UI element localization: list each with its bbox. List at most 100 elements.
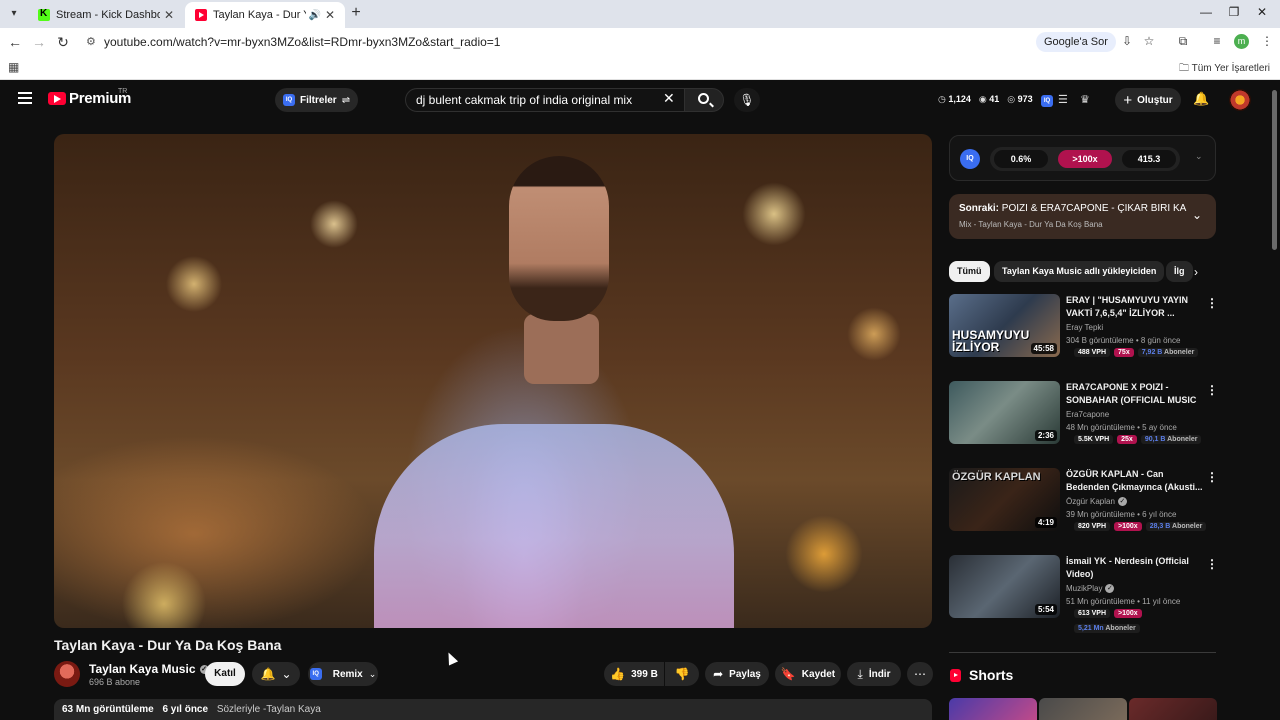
close-window-icon[interactable]: ✕ bbox=[1252, 5, 1272, 19]
trophy-icon[interactable]: ♛ bbox=[1080, 93, 1090, 106]
recommendation-title[interactable]: ERAY | "HUSAMYUYU YAYIN VAKTİ 7,6,5,4" İ… bbox=[1066, 294, 1204, 320]
short-thumbnail[interactable] bbox=[1129, 698, 1217, 720]
recommendation-channel[interactable]: Era7capone bbox=[1066, 410, 1109, 419]
subs-badge: 90,1 B Aboneler bbox=[1140, 435, 1202, 444]
more-actions-button[interactable]: ⋯ bbox=[907, 662, 933, 686]
restore-icon[interactable]: ❐ bbox=[1224, 5, 1244, 19]
verified-icon: ✓ bbox=[1105, 584, 1115, 593]
chevron-right-icon[interactable]: › bbox=[1194, 265, 1198, 279]
bookmark-star-icon[interactable]: ☆ bbox=[1140, 34, 1158, 48]
apps-grid-icon[interactable]: ▦ bbox=[8, 60, 19, 74]
short-thumbnail[interactable] bbox=[949, 698, 1037, 720]
recommendation-item[interactable]: HUSAMYUYU İZLİYOR 45:58 ERAY | "HUSAMYUY… bbox=[949, 294, 1218, 374]
site-info-icon[interactable]: ⚙ bbox=[86, 30, 96, 54]
clear-search-icon[interactable]: ✕ bbox=[663, 90, 675, 107]
browser-tab-youtube[interactable]: Taylan Kaya - Dur Ya Da Koş 🔊 ✕ bbox=[185, 2, 345, 28]
save-label: Kaydet bbox=[801, 668, 836, 680]
reading-list-icon[interactable]: ≡ bbox=[1208, 34, 1226, 48]
recommendation-title[interactable]: ERA7CAPONE X POIZI - SONBAHAR (OFFICIAL … bbox=[1066, 381, 1204, 407]
menu-icon[interactable] bbox=[18, 92, 32, 104]
short-thumbnail[interactable] bbox=[1039, 698, 1127, 720]
create-button[interactable]: + Oluştur bbox=[1115, 88, 1181, 112]
recommendation-item[interactable]: 2:36 ERA7CAPONE X POIZI - SONBAHAR (OFFI… bbox=[949, 381, 1218, 461]
save-button[interactable]: 🔖 Kaydet bbox=[775, 662, 841, 686]
recommendation-channel[interactable]: Özgür Kaplan ✓ bbox=[1066, 497, 1127, 506]
search-input[interactable]: dj bulent cakmak trip of india original … bbox=[405, 88, 685, 112]
tab-search-icon[interactable]: ▾ bbox=[6, 6, 22, 22]
video-thumbnail[interactable]: 2:36 bbox=[949, 381, 1060, 444]
outlier-badge: >100x bbox=[1114, 609, 1142, 618]
video-player[interactable] bbox=[54, 134, 932, 628]
recommendation-meta: 39 Mn görüntüleme • 6 yıl önce bbox=[1066, 510, 1177, 519]
share-button[interactable]: ➦ Paylaş bbox=[705, 662, 769, 686]
vph-badge: 613 VPH bbox=[1074, 609, 1111, 618]
url-field[interactable]: ⚙ youtube.com/watch?v=mr-byxn3MZo&list=R… bbox=[80, 30, 1180, 54]
notifications-icon[interactable]: 🔔 bbox=[1193, 91, 1209, 107]
like-button[interactable]: 👍 399 B bbox=[604, 662, 664, 686]
upload-age: 6 yıl önce bbox=[162, 704, 209, 715]
browser-menu-icon[interactable]: ⋮ bbox=[1258, 34, 1276, 48]
recommendation-title[interactable]: ÖZGÜR KAPLAN - Can Bedenden Çıkmayınca (… bbox=[1066, 468, 1204, 494]
more-vert-icon[interactable]: ⋮ bbox=[1206, 470, 1218, 484]
video-thumbnail[interactable]: HUSAMYUYU İZLİYOR 45:58 bbox=[949, 294, 1060, 357]
extensions-icon[interactable]: ⧉ bbox=[1174, 34, 1192, 49]
chip-all[interactable]: Tümü bbox=[949, 261, 990, 282]
recommendation-item[interactable]: ÖZGÜR KAPLAN 4:19 ÖZGÜR KAPLAN - Can Bed… bbox=[949, 468, 1218, 548]
channel-name-link[interactable]: Taylan Kaya Music ✓ bbox=[89, 662, 209, 676]
iq-extension-icon[interactable]: IQ bbox=[1041, 93, 1058, 107]
filter-chips: Tümü Taylan Kaya Music adlı yükleyiciden… bbox=[949, 261, 1216, 283]
chip-related[interactable]: İlg bbox=[1166, 261, 1193, 282]
more-vert-icon[interactable]: ⋮ bbox=[1206, 296, 1218, 310]
subscribe-bell-button[interactable]: 🔔 ⌄ bbox=[252, 662, 300, 686]
new-tab-button[interactable]: + bbox=[346, 4, 366, 22]
description-snippet: Sözleriyle -Taylan Kaya bbox=[216, 704, 321, 715]
recommendation-meta: 51 Mn görüntüleme • 11 yıl önce bbox=[1066, 597, 1181, 606]
recommendation-channel[interactable]: MuzikPlay ✓ bbox=[1066, 584, 1115, 593]
back-icon[interactable]: ← bbox=[6, 33, 24, 51]
profile-avatar[interactable]: m bbox=[1234, 34, 1249, 49]
join-button[interactable]: Katıl bbox=[205, 662, 245, 686]
chip-uploader[interactable]: Taylan Kaya Music adlı yükleyiciden bbox=[994, 261, 1165, 282]
all-bookmarks-link[interactable]: 🗀 Tüm Yer İşaretleri bbox=[1179, 61, 1270, 78]
browser-tab-kick[interactable]: Stream - Kick Dashboard ✕ bbox=[28, 2, 184, 28]
dislike-button[interactable]: 👎 bbox=[665, 662, 699, 686]
install-app-icon[interactable]: ⇩ bbox=[1118, 34, 1136, 48]
recommendation-stats: 5.5K VPH 25x 90,1 B Aboneler bbox=[1074, 435, 1202, 444]
chevron-down-icon: ⌄ bbox=[368, 668, 377, 679]
recommendation-channel[interactable]: Eray Tepki bbox=[1066, 323, 1103, 332]
remix-button[interactable]: IQ Remix ⌄ bbox=[308, 662, 378, 686]
audio-playing-icon[interactable]: 🔊 bbox=[308, 10, 320, 21]
vph-badge: 488 VPH bbox=[1074, 348, 1111, 357]
page-scrollbar[interactable] bbox=[1272, 90, 1277, 250]
search-button[interactable] bbox=[684, 88, 724, 112]
filters-button[interactable]: IQ Filtreler ⇌ bbox=[275, 88, 359, 112]
vph-badge: 820 VPH bbox=[1074, 522, 1111, 531]
more-vert-icon[interactable]: ⋮ bbox=[1206, 383, 1218, 397]
download-button[interactable]: ⤓ İndir bbox=[847, 662, 901, 686]
recommendation-item[interactable]: 5:54 İsmail YK - Nerdesin (Official Vide… bbox=[949, 555, 1218, 635]
metrics-row: 0.6% >100x 415.3 bbox=[990, 147, 1180, 171]
chevron-down-icon[interactable]: ⌄ bbox=[1195, 151, 1203, 162]
up-next-box[interactable]: Sonraki: POIZI & ERA7CAPONE - ÇIKAR BİRİ… bbox=[949, 194, 1216, 239]
chevron-down-icon[interactable]: ⌄ bbox=[1192, 208, 1202, 222]
channel-avatar[interactable] bbox=[54, 661, 80, 687]
reload-icon[interactable]: ↻ bbox=[54, 33, 72, 51]
youtube-logo-icon[interactable] bbox=[48, 92, 66, 105]
voice-search-icon[interactable]: 🎙 bbox=[734, 88, 760, 112]
clock-stat: ◷ 1,124 bbox=[938, 94, 971, 104]
list-icon[interactable]: ☰ bbox=[1058, 93, 1068, 106]
close-tab-icon[interactable]: ✕ bbox=[164, 8, 174, 22]
more-vert-icon[interactable]: ⋮ bbox=[1206, 557, 1218, 571]
metric-score: 415.3 bbox=[1122, 150, 1176, 168]
forward-icon[interactable]: → bbox=[30, 33, 48, 51]
recommendation-title[interactable]: İsmail YK - Nerdesin (Official Video) bbox=[1066, 555, 1204, 581]
video-thumbnail[interactable]: 5:54 bbox=[949, 555, 1060, 618]
video-thumbnail[interactable]: ÖZGÜR KAPLAN 4:19 bbox=[949, 468, 1060, 531]
close-tab-icon[interactable]: ✕ bbox=[325, 8, 335, 22]
minimize-icon[interactable]: — bbox=[1196, 5, 1216, 19]
verified-icon: ✓ bbox=[1117, 497, 1127, 506]
google-ask-button[interactable]: Google'a Sor bbox=[1036, 32, 1116, 52]
download-label: İndir bbox=[868, 668, 891, 680]
account-avatar[interactable] bbox=[1229, 89, 1251, 111]
description-box[interactable]: 63 Mn görüntüleme 6 yıl önce Sözleriyle … bbox=[54, 699, 932, 720]
